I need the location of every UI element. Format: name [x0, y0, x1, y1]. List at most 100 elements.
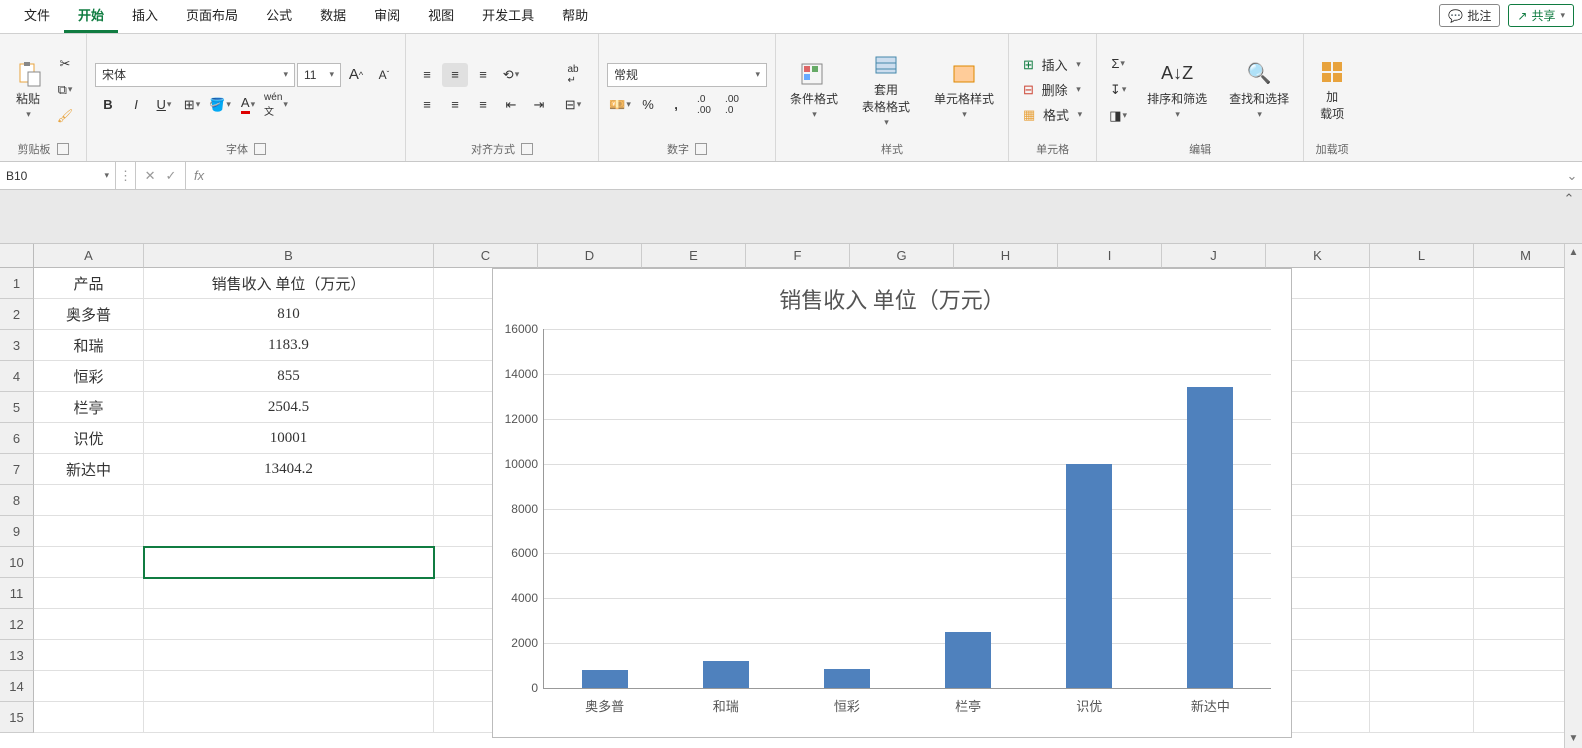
format-as-table-button[interactable]: 套用 表格格式▾ — [856, 49, 916, 130]
cell-M11[interactable] — [1474, 578, 1578, 609]
col-header-I[interactable]: I — [1058, 244, 1162, 268]
cell-L8[interactable] — [1370, 485, 1474, 516]
insert-cells-button[interactable]: ⊞ 插入 ▾ — [1017, 53, 1088, 76]
vertical-scrollbar[interactable]: ▲ ▼ — [1564, 244, 1582, 748]
cell-A7[interactable]: 新达中 — [34, 454, 144, 485]
cell-A14[interactable] — [34, 671, 144, 702]
number-format-select[interactable]: 常规▾ — [607, 63, 767, 87]
cell-L13[interactable] — [1370, 640, 1474, 671]
cell-L10[interactable] — [1370, 547, 1474, 578]
increase-decimal-button[interactable]: .0.00 — [691, 93, 717, 117]
col-header-H[interactable]: H — [954, 244, 1058, 268]
phonetic-button[interactable]: wén文▾ — [263, 93, 289, 117]
tab-data[interactable]: 数据 — [306, 0, 360, 33]
cell-M6[interactable] — [1474, 423, 1578, 454]
cut-button[interactable]: ✂ — [52, 52, 78, 76]
accounting-button[interactable]: 💴▾ — [607, 93, 633, 117]
col-header-B[interactable]: B — [144, 244, 434, 268]
row-header-6[interactable]: 6 — [0, 423, 34, 454]
format-cells-button[interactable]: ▦ 格式 ▾ — [1017, 103, 1088, 126]
row-header-1[interactable]: 1 — [0, 268, 34, 299]
share-button[interactable]: ↗ 共享 ▾ — [1508, 4, 1574, 27]
cell-B3[interactable]: 1183.9 — [144, 330, 434, 361]
font-size-select[interactable]: 11▾ — [297, 63, 341, 87]
cancel-formula-button[interactable]: ✕ — [145, 168, 156, 184]
enter-formula-button[interactable]: ✓ — [166, 168, 177, 184]
cell-A9[interactable] — [34, 516, 144, 547]
percent-button[interactable]: % — [635, 93, 661, 117]
col-header-A[interactable]: A — [34, 244, 144, 268]
indent-decrease-button[interactable]: ⇤ — [498, 93, 524, 117]
col-header-C[interactable]: C — [434, 244, 538, 268]
row-header-13[interactable]: 13 — [0, 640, 34, 671]
cell-A10[interactable] — [34, 547, 144, 578]
cell-B9[interactable] — [144, 516, 434, 547]
underline-button[interactable]: U▾ — [151, 93, 177, 117]
sort-filter-button[interactable]: A↓Z 排序和筛选▾ — [1141, 58, 1213, 122]
bold-button[interactable]: B — [95, 93, 121, 117]
cell-M14[interactable] — [1474, 671, 1578, 702]
cell-B11[interactable] — [144, 578, 434, 609]
cell-B14[interactable] — [144, 671, 434, 702]
cell-L1[interactable] — [1370, 268, 1474, 299]
cell-A12[interactable] — [34, 609, 144, 640]
cell-M3[interactable] — [1474, 330, 1578, 361]
cell-M13[interactable] — [1474, 640, 1578, 671]
col-header-L[interactable]: L — [1370, 244, 1474, 268]
fill-color-button[interactable]: 🪣▾ — [207, 93, 233, 117]
cell-L11[interactable] — [1370, 578, 1474, 609]
align-center-button[interactable]: ≡ — [442, 93, 468, 117]
row-header-12[interactable]: 12 — [0, 609, 34, 640]
italic-button[interactable]: I — [123, 93, 149, 117]
cell-L14[interactable] — [1370, 671, 1474, 702]
tab-formula[interactable]: 公式 — [252, 0, 306, 33]
cell-L15[interactable] — [1370, 702, 1474, 733]
fill-button[interactable]: ↧▾ — [1105, 78, 1131, 102]
row-header-2[interactable]: 2 — [0, 299, 34, 330]
cell-A4[interactable]: 恒彩 — [34, 361, 144, 392]
cell-A1[interactable]: 产品 — [34, 268, 144, 299]
cell-L12[interactable] — [1370, 609, 1474, 640]
cell-L4[interactable] — [1370, 361, 1474, 392]
scroll-down-icon[interactable]: ▼ — [1565, 730, 1582, 748]
addins-button[interactable]: 加 载项 — [1312, 56, 1352, 124]
increase-font-button[interactable]: A^ — [343, 63, 369, 87]
tab-insert[interactable]: 插入 — [118, 0, 172, 33]
row-header-7[interactable]: 7 — [0, 454, 34, 485]
cell-A5[interactable]: 栏亭 — [34, 392, 144, 423]
row-header-15[interactable]: 15 — [0, 702, 34, 733]
row-header-14[interactable]: 14 — [0, 671, 34, 702]
row-header-9[interactable]: 9 — [0, 516, 34, 547]
paste-button[interactable]: 粘贴 ▾ — [8, 58, 48, 122]
dialog-launcher-icon[interactable] — [57, 143, 69, 155]
cell-B6[interactable]: 10001 — [144, 423, 434, 454]
col-header-K[interactable]: K — [1266, 244, 1370, 268]
cell-B8[interactable] — [144, 485, 434, 516]
tab-review[interactable]: 审阅 — [360, 0, 414, 33]
cell-B13[interactable] — [144, 640, 434, 671]
font-name-select[interactable]: 宋体▾ — [95, 63, 295, 87]
cell-B4[interactable]: 855 — [144, 361, 434, 392]
cell-B10[interactable] — [144, 547, 434, 578]
row-header-8[interactable]: 8 — [0, 485, 34, 516]
cell-M12[interactable] — [1474, 609, 1578, 640]
delete-cells-button[interactable]: ⊟ 删除 ▾ — [1017, 78, 1088, 101]
clear-button[interactable]: ◨▾ — [1105, 104, 1131, 128]
cell-A2[interactable]: 奥多普 — [34, 299, 144, 330]
cell-B1[interactable]: 销售收入 单位（万元） — [144, 268, 434, 299]
cell-A11[interactable] — [34, 578, 144, 609]
tab-layout[interactable]: 页面布局 — [172, 0, 252, 33]
copy-button[interactable]: ⧉▾ — [52, 78, 78, 102]
align-top-button[interactable]: ≡ — [414, 63, 440, 87]
cell-B12[interactable] — [144, 609, 434, 640]
cell-B7[interactable]: 13404.2 — [144, 454, 434, 485]
find-select-button[interactable]: 🔍 查找和选择▾ — [1223, 58, 1295, 122]
format-painter-button[interactable]: 🖌 — [52, 104, 78, 128]
decrease-font-button[interactable]: Aˇ — [371, 63, 397, 87]
cell-A15[interactable] — [34, 702, 144, 733]
conditional-format-button[interactable]: 条件格式▾ — [784, 58, 844, 122]
name-box-expand[interactable]: ⋮ — [116, 162, 136, 189]
comments-button[interactable]: 💬 批注 — [1439, 4, 1500, 27]
col-header-J[interactable]: J — [1162, 244, 1266, 268]
cell-A3[interactable]: 和瑞 — [34, 330, 144, 361]
